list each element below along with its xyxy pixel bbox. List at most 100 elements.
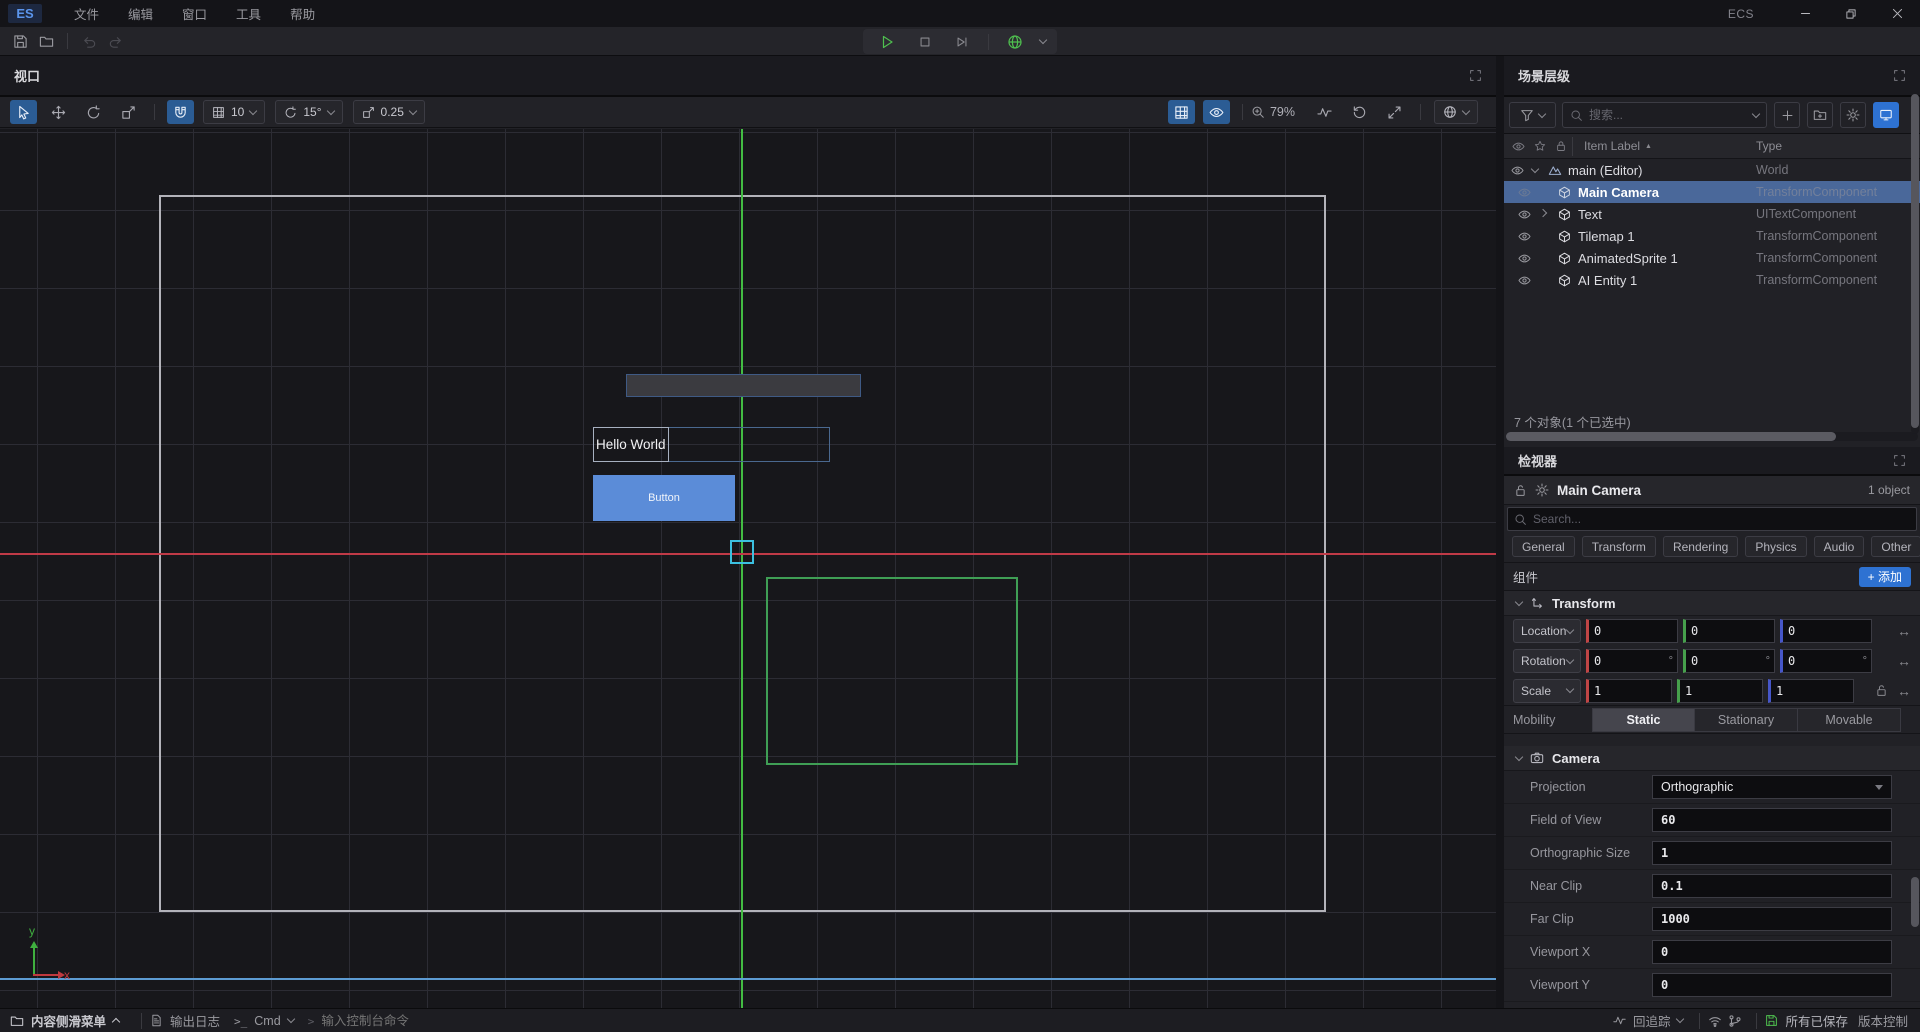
- run-mode-globe-button[interactable]: [1002, 31, 1028, 53]
- tree-row-text[interactable]: Text UITextComponent: [1504, 203, 1920, 225]
- rotation-y-field[interactable]: [1683, 649, 1775, 673]
- viewport-world-dropdown[interactable]: [1434, 100, 1478, 124]
- expand-chevron-icon[interactable]: [1539, 208, 1547, 216]
- column-item-label[interactable]: Item Label: [1584, 139, 1640, 153]
- scale-y-field[interactable]: [1677, 679, 1763, 703]
- link-axes-icon[interactable]: ↔: [1897, 683, 1911, 699]
- source-control-branch-button[interactable]: [1728, 1014, 1742, 1028]
- lock-column-icon[interactable]: [1555, 140, 1567, 152]
- undo-button[interactable]: [76, 29, 102, 53]
- stop-button[interactable]: [912, 31, 938, 53]
- link-axes-icon[interactable]: ↔: [1897, 623, 1911, 639]
- trace-dropdown[interactable]: 回追踪: [1613, 1011, 1684, 1030]
- move-tool-button[interactable]: [45, 100, 72, 124]
- maximize-button[interactable]: [1828, 0, 1874, 27]
- location-y-field[interactable]: [1683, 619, 1775, 643]
- menu-help[interactable]: 帮助: [280, 0, 325, 27]
- close-button[interactable]: [1874, 0, 1920, 27]
- inspector-vertical-scrollbar[interactable]: [1911, 877, 1919, 927]
- rotation-x-field[interactable]: [1586, 649, 1678, 673]
- text-widget-bounds[interactable]: Hello World: [593, 427, 830, 462]
- viewport-expand-icon[interactable]: [1469, 69, 1482, 82]
- inspector-expand-icon[interactable]: [1893, 454, 1906, 467]
- hierarchy-vertical-scrollbar[interactable]: [1911, 94, 1919, 434]
- rotation-dropdown[interactable]: Rotation: [1513, 649, 1581, 673]
- minimize-button[interactable]: [1782, 0, 1828, 27]
- network-status-button[interactable]: [1708, 1014, 1722, 1028]
- orthographic-size-field[interactable]: [1652, 841, 1892, 865]
- inspector-search[interactable]: [1507, 507, 1917, 531]
- text-widget[interactable]: Hello World: [593, 427, 669, 462]
- reset-view-button[interactable]: [1346, 100, 1373, 124]
- scale-dropdown[interactable]: Scale: [1513, 679, 1581, 703]
- rotation-snap-dropdown[interactable]: 15°: [275, 100, 342, 124]
- far-clip-field[interactable]: [1652, 907, 1892, 931]
- location-z-field[interactable]: [1780, 619, 1872, 643]
- mobility-movable-option[interactable]: Movable: [1798, 708, 1901, 732]
- tab-physics[interactable]: Physics: [1745, 536, 1806, 557]
- tab-general[interactable]: General: [1512, 536, 1575, 557]
- viewport-x-field[interactable]: [1652, 940, 1892, 964]
- favorite-column-icon[interactable]: [1534, 140, 1546, 152]
- scene-canvas[interactable]: Hello World Button y x: [0, 129, 1496, 1008]
- near-clip-field[interactable]: [1652, 874, 1892, 898]
- add-component-button[interactable]: + 添加: [1859, 567, 1911, 587]
- grid-toggle-button[interactable]: [1168, 100, 1195, 124]
- console-input-area[interactable]: [308, 1014, 502, 1028]
- collapse-chevron-icon[interactable]: [1531, 164, 1539, 172]
- add-entity-button[interactable]: [1774, 102, 1800, 128]
- output-log-button[interactable]: 输出日志: [150, 1011, 220, 1030]
- location-x-field[interactable]: [1586, 619, 1678, 643]
- field-of-view-field[interactable]: [1652, 808, 1892, 832]
- panel-widget[interactable]: [626, 374, 861, 397]
- console-command-input[interactable]: [321, 1014, 501, 1028]
- mobility-static-option[interactable]: Static: [1592, 708, 1695, 732]
- hierarchy-search[interactable]: [1562, 102, 1767, 128]
- stats-button[interactable]: [1311, 100, 1338, 124]
- redo-button[interactable]: [102, 29, 128, 53]
- tilemap-bounds-rect[interactable]: [766, 577, 1018, 765]
- filter-dropdown[interactable]: [1509, 102, 1556, 128]
- tree-row-tilemap[interactable]: Tilemap 1 TransformComponent: [1504, 225, 1920, 247]
- hierarchy-settings-button[interactable]: [1840, 102, 1866, 128]
- hierarchy-horizontal-scrollbar[interactable]: [1506, 432, 1918, 441]
- scale-tool-button[interactable]: [115, 100, 142, 124]
- step-button[interactable]: [949, 31, 975, 53]
- menu-edit[interactable]: 编辑: [118, 0, 163, 27]
- rotation-z-field[interactable]: [1780, 649, 1872, 673]
- scale-z-field[interactable]: [1768, 679, 1854, 703]
- tab-rendering[interactable]: Rendering: [1663, 536, 1738, 557]
- tree-row-main-camera[interactable]: Main Camera TransformComponent: [1504, 181, 1920, 203]
- hierarchy-expand-icon[interactable]: [1893, 69, 1906, 82]
- zoom-level[interactable]: 79%: [1270, 105, 1295, 119]
- open-project-button[interactable]: [33, 29, 59, 53]
- content-drawer-button[interactable]: 内容侧滑菜单: [10, 1011, 119, 1030]
- inspector-search-input[interactable]: [1533, 512, 1910, 526]
- version-control-button[interactable]: 版本控制: [1858, 1011, 1908, 1030]
- tree-row-ai-entity[interactable]: AI Entity 1 TransformComponent: [1504, 269, 1920, 291]
- object-settings-gear-icon[interactable]: [1535, 483, 1549, 497]
- uniform-scale-unlock-icon[interactable]: [1875, 684, 1888, 697]
- save-button[interactable]: [7, 29, 33, 53]
- visibility-column-icon[interactable]: [1512, 140, 1525, 153]
- button-widget[interactable]: Button: [593, 475, 735, 521]
- tab-audio[interactable]: Audio: [1814, 536, 1865, 557]
- tab-other[interactable]: Other: [1871, 536, 1920, 557]
- tab-transform[interactable]: Transform: [1582, 536, 1656, 557]
- app-logo[interactable]: ES: [8, 4, 42, 23]
- column-type[interactable]: Type: [1756, 139, 1782, 153]
- cmd-dropdown[interactable]: Cmd: [234, 1014, 294, 1028]
- visibility-toggle-button[interactable]: [1203, 100, 1230, 124]
- viewport-y-field[interactable]: [1652, 973, 1892, 997]
- fullscreen-button[interactable]: [1381, 100, 1408, 124]
- run-mode-chevron-icon[interactable]: [1038, 36, 1046, 44]
- selection-gizmo[interactable]: [730, 540, 754, 564]
- select-tool-button[interactable]: [10, 100, 37, 124]
- play-button[interactable]: [874, 31, 900, 53]
- snap-toggle-button[interactable]: [167, 100, 194, 124]
- hierarchy-search-input[interactable]: [1589, 108, 1747, 122]
- grid-snap-dropdown[interactable]: 10: [203, 100, 265, 124]
- camera-section-header[interactable]: Camera: [1504, 746, 1920, 771]
- menu-file[interactable]: 文件: [64, 0, 109, 27]
- add-folder-button[interactable]: [1807, 102, 1833, 128]
